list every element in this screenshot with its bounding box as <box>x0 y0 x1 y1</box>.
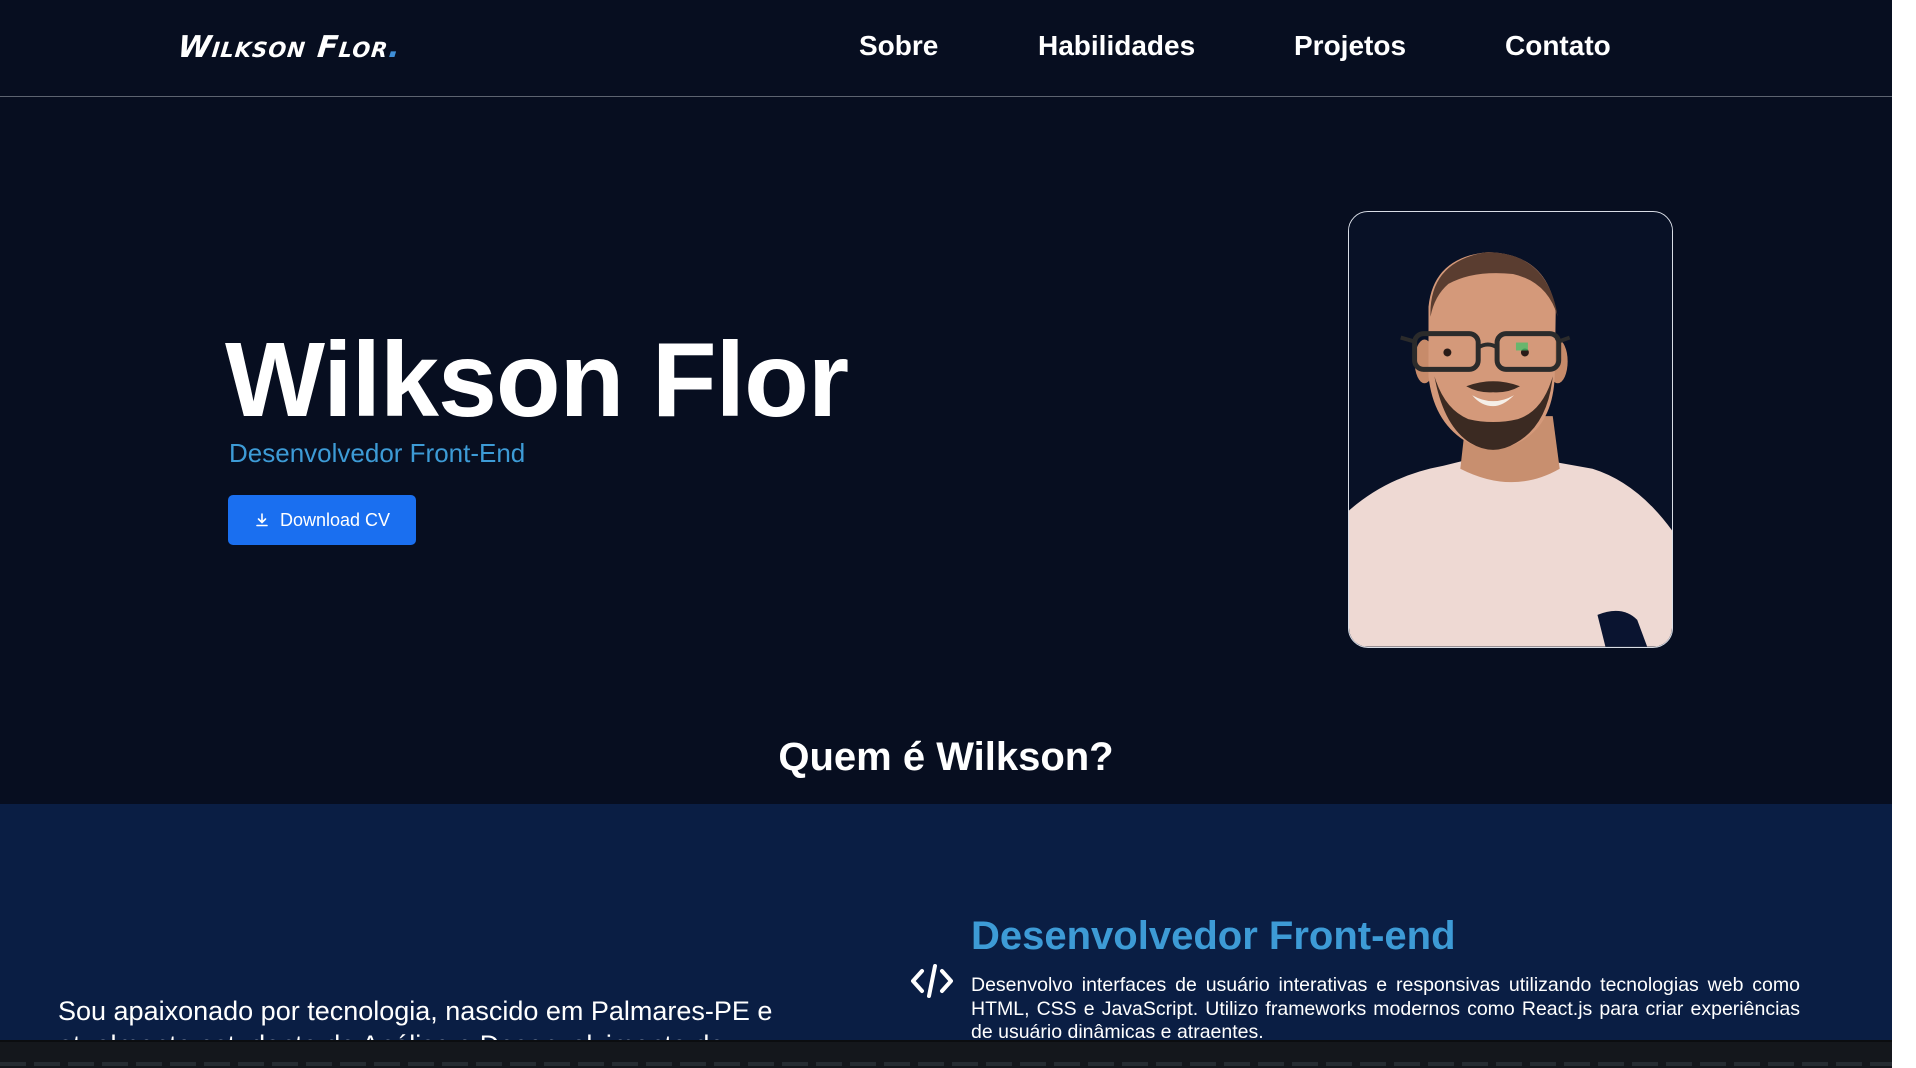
frontend-card-title: Desenvolvedor Front-end <box>971 914 1456 958</box>
about-section: Sou apaixonado por tecnologia, nascido e… <box>0 804 1892 1040</box>
profile-illustration <box>1349 212 1672 647</box>
nav-link-projetos[interactable]: Projetos <box>1294 30 1406 62</box>
download-icon <box>256 513 268 527</box>
nav-link-contato[interactable]: Contato <box>1505 30 1611 62</box>
page-viewport: Wilkson Flor. Sobre Habilidades Projetos… <box>0 0 1892 1040</box>
frontend-card-description: Desenvolvo interfaces de usuário interat… <box>971 974 1800 1040</box>
vertical-scrollbar[interactable] <box>1892 0 1916 1068</box>
site-header: Wilkson Flor. Sobre Habilidades Projetos… <box>0 0 1892 97</box>
hero-role: Desenvolvedor Front-End <box>229 438 526 468</box>
code-icon <box>911 964 953 998</box>
about-text: Sou apaixonado por tecnologia, nascido e… <box>58 996 773 1040</box>
download-cv-label: Download CV <box>279 509 391 530</box>
about-heading: Quem é Wilkson? <box>778 735 1114 779</box>
bottom-bar <box>0 1040 1892 1068</box>
main-nav: Sobre Habilidades Projetos Contato <box>0 30 1892 66</box>
bottom-bar-pattern <box>0 1062 1892 1066</box>
hero-name: Wilkson Flor <box>225 321 849 439</box>
profile-photo <box>1348 211 1673 648</box>
nav-link-habilidades[interactable]: Habilidades <box>1038 30 1195 62</box>
nav-link-sobre[interactable]: Sobre <box>859 30 938 62</box>
download-cv-button[interactable]: Download CV <box>228 495 416 545</box>
